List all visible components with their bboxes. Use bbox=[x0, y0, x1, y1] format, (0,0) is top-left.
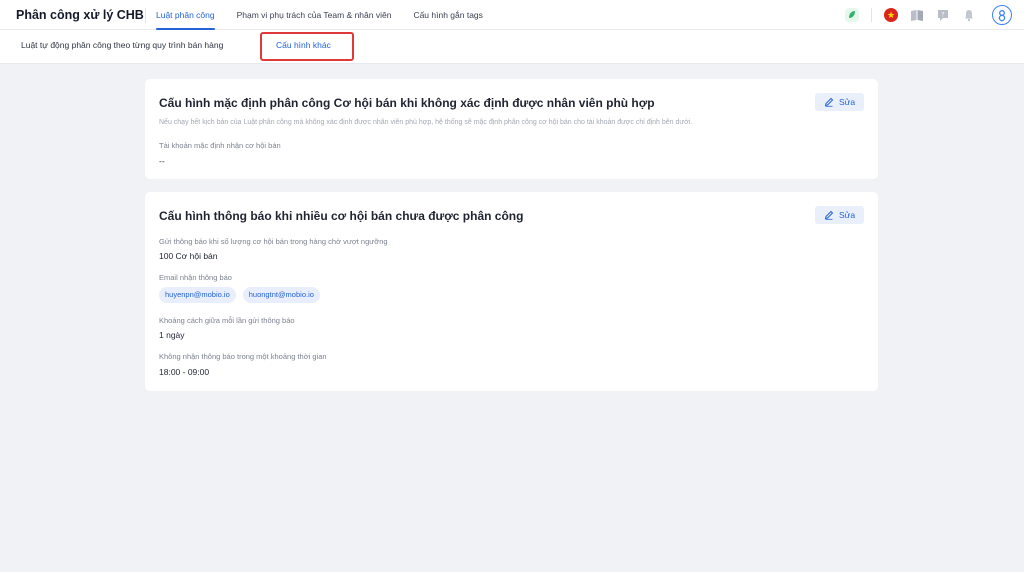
leaf-icon[interactable] bbox=[845, 8, 859, 22]
threshold-label: Gửi thông báo khi số lượng cơ hội bán tr… bbox=[159, 237, 388, 246]
vietnam-flag-icon[interactable]: ★ bbox=[884, 8, 898, 22]
interval-label: Khoảng cách giữa mỗi lần gửi thông báo bbox=[159, 316, 295, 325]
tab-assignment-rules[interactable]: Luật phân công bbox=[156, 0, 215, 30]
svg-text:?: ? bbox=[941, 12, 944, 19]
email-chips: huyenpn@mobio.io huongtnt@mobio.io bbox=[159, 287, 327, 303]
card-title: Cấu hình thông báo khi nhiều cơ hội bán … bbox=[159, 209, 524, 223]
field-value: -- bbox=[159, 156, 165, 166]
email-label: Email nhận thông báo bbox=[159, 273, 232, 282]
threshold-value: 100 Cơ hội bán bbox=[159, 251, 218, 261]
edit-button-label: Sửa bbox=[838, 210, 856, 220]
toolbar-icons: ★ ? bbox=[845, 5, 1012, 25]
interval-value: 1 ngày bbox=[159, 330, 185, 340]
help-icon[interactable]: ? bbox=[936, 8, 950, 22]
email-chip: huyenpn@mobio.io bbox=[159, 287, 236, 303]
subtab-auto-assign-rules[interactable]: Luật tự động phân công theo từng quy trì… bbox=[21, 40, 223, 50]
pencil-icon bbox=[824, 210, 834, 220]
book-icon[interactable] bbox=[910, 8, 924, 22]
edit-button[interactable]: Sửa bbox=[815, 206, 864, 224]
highlight-box bbox=[260, 32, 354, 61]
email-chip: huongtnt@mobio.io bbox=[242, 287, 320, 303]
top-bar: Phân công xử lý CHB Luật phân công Phạm … bbox=[0, 0, 1024, 30]
edit-button[interactable]: Sửa bbox=[815, 93, 864, 111]
tab-team-scope[interactable]: Phạm vi phụ trách của Team & nhân viên bbox=[237, 0, 392, 30]
bell-icon[interactable] bbox=[962, 8, 976, 22]
field-label: Tài khoản mặc định nhận cơ hội bán bbox=[159, 141, 281, 150]
quiet-hours-label: Không nhận thông báo trong một khoảng th… bbox=[159, 352, 327, 361]
toolbar-divider bbox=[871, 8, 872, 22]
page-title: Phân công xử lý CHB bbox=[16, 8, 144, 22]
title-divider bbox=[145, 8, 146, 23]
edit-button-label: Sửa bbox=[838, 97, 856, 107]
sub-navigation: Luật tự động phân công theo từng quy trì… bbox=[0, 30, 1024, 64]
avatar-icon[interactable] bbox=[992, 5, 1012, 25]
card-description: Nếu chạy hết kịch bản của Luật phân công… bbox=[159, 119, 693, 126]
pencil-icon bbox=[824, 97, 834, 107]
main-tabs: Luật phân công Phạm vi phụ trách của Tea… bbox=[156, 0, 505, 30]
quiet-hours-value: 18:00 - 09:00 bbox=[159, 367, 210, 377]
tab-tag-config[interactable]: Cấu hình gắn tags bbox=[413, 0, 482, 30]
default-assignment-card: Cấu hình mặc định phân công Cơ hội bán k… bbox=[145, 79, 878, 179]
card-title: Cấu hình mặc định phân công Cơ hội bán k… bbox=[159, 96, 655, 110]
notification-config-card: Cấu hình thông báo khi nhiều cơ hội bán … bbox=[145, 192, 878, 391]
